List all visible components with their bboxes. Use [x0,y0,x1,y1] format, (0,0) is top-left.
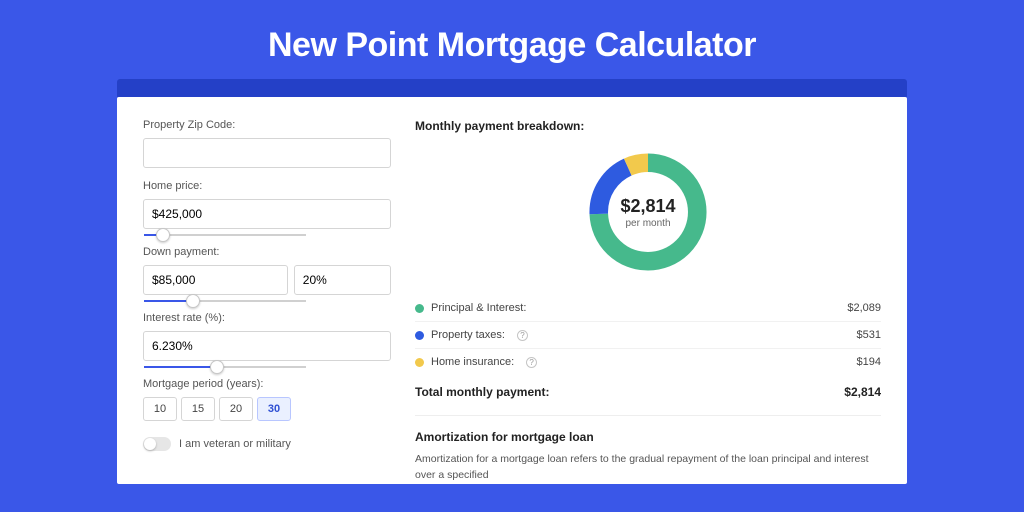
dot-icon [415,358,424,367]
period-label: Mortgage period (years): [143,378,391,390]
divider [415,415,881,416]
header-accent-bar [117,79,907,97]
amortization-title: Amortization for mortgage loan [415,430,881,444]
interest-rate-label: Interest rate (%): [143,312,391,324]
legend-principal: Principal & Interest: $2,089 [415,295,881,322]
down-payment-label: Down payment: [143,246,391,258]
veteran-toggle[interactable] [143,437,171,451]
donut-chart-container: $2,814 per month [415,143,881,295]
interest-rate-input[interactable] [143,331,391,361]
period-button-30[interactable]: 30 [257,397,291,421]
legend-insurance: Home insurance: ? $194 [415,349,881,375]
dot-icon [415,304,424,313]
zip-label: Property Zip Code: [143,119,391,131]
donut-center-sub: per month [625,218,670,229]
legend-value: $2,089 [847,302,881,314]
period-button-10[interactable]: 10 [143,397,177,421]
home-price-label: Home price: [143,180,391,192]
down-payment-input[interactable] [143,265,288,295]
header: New Point Mortgage Calculator [0,0,1024,79]
total-row: Total monthly payment: $2,814 [415,375,881,413]
legend-taxes: Property taxes: ? $531 [415,322,881,349]
legend-value: $531 [857,329,881,341]
amortization-text: Amortization for a mortgage loan refers … [415,452,881,484]
form-column: Property Zip Code: Home price: Down paym… [143,119,391,484]
interest-rate-slider[interactable] [144,366,306,368]
info-icon[interactable]: ? [517,330,528,341]
dot-icon [415,331,424,340]
breakdown-column: Monthly payment breakdown: $2,814 per mo… [415,119,881,484]
donut-center-value: $2,814 [620,196,675,217]
period-buttons: 10 15 20 30 [143,397,391,421]
period-button-20[interactable]: 20 [219,397,253,421]
home-price-input[interactable] [143,199,391,229]
info-icon[interactable]: ? [526,357,537,368]
down-payment-percent-input[interactable] [294,265,391,295]
veteran-row: I am veteran or military [143,437,391,451]
total-value: $2,814 [844,385,881,399]
breakdown-title: Monthly payment breakdown: [415,119,881,133]
donut-chart: $2,814 per month [583,147,713,277]
home-price-slider[interactable] [144,234,306,236]
page-title: New Point Mortgage Calculator [0,26,1024,65]
slider-thumb[interactable] [186,294,200,308]
zip-input[interactable] [143,138,391,168]
legend-label: Home insurance: [431,356,514,368]
slider-thumb[interactable] [210,360,224,374]
total-label: Total monthly payment: [415,385,549,399]
legend-label: Property taxes: [431,329,505,341]
period-button-15[interactable]: 15 [181,397,215,421]
legend-value: $194 [857,356,881,368]
down-payment-slider[interactable] [144,300,306,302]
veteran-label: I am veteran or military [179,438,291,450]
legend-label: Principal & Interest: [431,302,526,314]
slider-thumb[interactable] [156,228,170,242]
calculator-card: Property Zip Code: Home price: Down paym… [117,97,907,484]
